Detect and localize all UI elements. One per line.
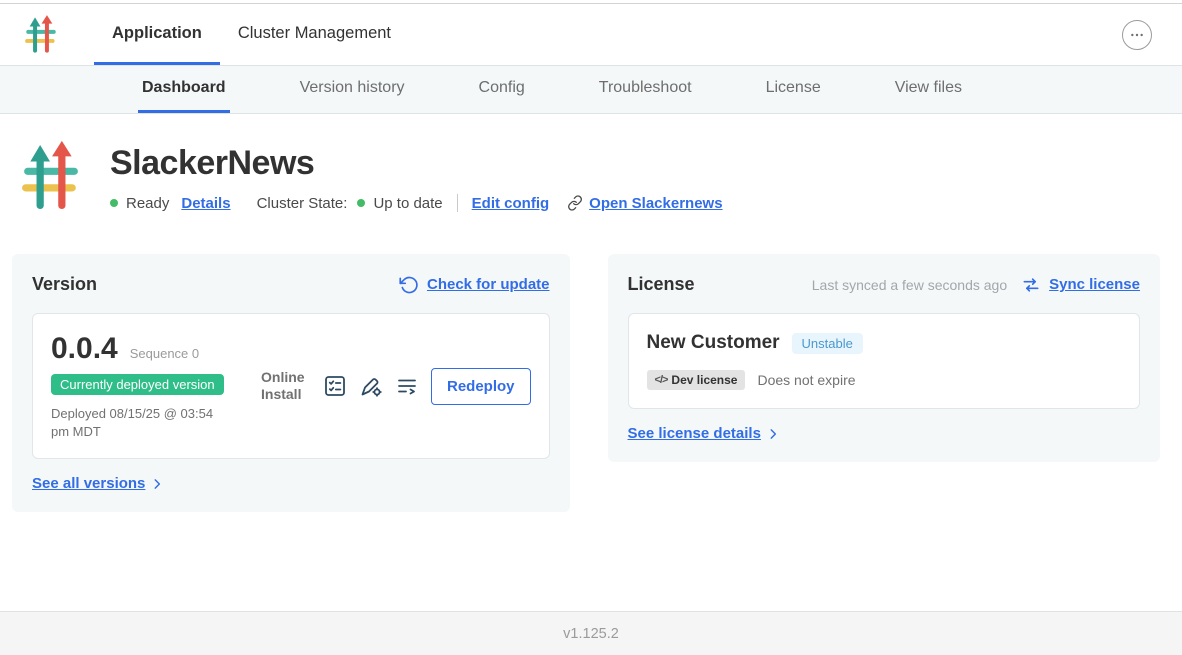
ellipsis-icon (1129, 27, 1145, 43)
version-card: Version Check for update (12, 254, 570, 512)
deployed-badge: Currently deployed version (51, 374, 224, 395)
subnav-item-config[interactable]: Config (475, 66, 529, 113)
link-icon (567, 195, 583, 211)
more-options-button[interactable] (1122, 20, 1152, 50)
config-tool-icon[interactable] (359, 374, 383, 398)
preflight-checklist-icon[interactable] (323, 374, 347, 398)
open-app-link[interactable]: Open Slackernews (589, 195, 722, 212)
app-status-text: Ready (126, 195, 169, 212)
page: Application Cluster Management Dashboard… (0, 0, 1182, 655)
chevron-right-icon (766, 427, 780, 441)
deploy-logs-icon[interactable] (395, 374, 419, 398)
expiration-text: Does not expire (757, 372, 855, 388)
primary-tabs: Application Cluster Management (94, 4, 409, 65)
subnav-item-dashboard[interactable]: Dashboard (138, 66, 230, 113)
details-link[interactable]: Details (181, 195, 230, 212)
chevron-right-icon (150, 477, 164, 491)
code-icon: </> (655, 374, 668, 386)
app-header: SlackerNews Ready Details Cluster State:… (12, 140, 1160, 214)
customer-row: New Customer Unstable (647, 332, 1121, 354)
sync-arrows-icon[interactable] (1021, 275, 1041, 295)
app-icon (20, 140, 82, 214)
cluster-state-label: Cluster State: (257, 195, 348, 212)
cluster-state-text: Up to date (373, 195, 442, 212)
sync-license-link[interactable]: Sync license (1049, 276, 1140, 293)
version-info: 0.0.4 Sequence 0 Currently deployed vers… (51, 332, 261, 440)
license-type-label: Dev license (671, 373, 737, 387)
subnav-item-license[interactable]: License (762, 66, 825, 113)
app-status-dot (110, 199, 118, 207)
version-number: 0.0.4 (51, 332, 118, 366)
slackernews-logo-icon (24, 15, 58, 55)
dashboard-cards: Version Check for update (12, 254, 1160, 512)
page-title: SlackerNews (110, 144, 723, 183)
install-type-label: Online Install (261, 369, 311, 404)
refresh-ccw-icon[interactable] (399, 275, 419, 295)
see-license-details: See license details (628, 425, 1140, 442)
license-card-title: License (628, 274, 695, 295)
version-actions: Online Install (261, 368, 531, 405)
cluster-state-dot (357, 199, 365, 207)
license-meta-row: </> Dev license Does not expire (647, 370, 1121, 390)
sequence-label: Sequence 0 (130, 346, 199, 361)
subnav-item-troubleshoot[interactable]: Troubleshoot (595, 66, 696, 113)
subnav-item-view-files[interactable]: View files (891, 66, 966, 113)
see-all-versions: See all versions (32, 475, 550, 492)
top-navbar: Application Cluster Management (0, 4, 1182, 66)
see-all-versions-link[interactable]: See all versions (32, 475, 145, 492)
app-subnav: Dashboard Version history Config Trouble… (0, 66, 1182, 114)
see-license-details-link[interactable]: See license details (628, 425, 761, 442)
tab-cluster-management[interactable]: Cluster Management (220, 4, 409, 65)
redeploy-button[interactable]: Redeploy (431, 368, 531, 405)
subnav-item-version-history[interactable]: Version history (296, 66, 409, 113)
edit-config-link[interactable]: Edit config (472, 195, 550, 212)
current-version-panel: 0.0.4 Sequence 0 Currently deployed vers… (32, 313, 550, 459)
license-card-header: License Last synced a few seconds ago Sy… (628, 274, 1140, 295)
footer-version: v1.125.2 (563, 626, 619, 642)
version-card-header: Version Check for update (32, 274, 550, 295)
license-panel: New Customer Unstable </> Dev license Do… (628, 313, 1140, 409)
divider (457, 194, 458, 212)
license-card: License Last synced a few seconds ago Sy… (608, 254, 1160, 462)
channel-badge: Unstable (792, 333, 863, 354)
check-for-update-link[interactable]: Check for update (427, 276, 550, 293)
tab-application[interactable]: Application (94, 4, 220, 65)
license-type-badge: </> Dev license (647, 370, 746, 390)
app-status-row: Ready Details Cluster State: Up to date … (110, 194, 723, 212)
customer-name: New Customer (647, 332, 780, 354)
main-content: SlackerNews Ready Details Cluster State:… (0, 114, 1182, 611)
app-footer: v1.125.2 (0, 611, 1182, 655)
deployed-info: Deployed 08/15/25 @ 03:54 pm MDT (51, 405, 221, 440)
version-action-icons (323, 374, 419, 398)
version-card-title: Version (32, 274, 97, 295)
last-synced-text: Last synced a few seconds ago (812, 277, 1007, 293)
